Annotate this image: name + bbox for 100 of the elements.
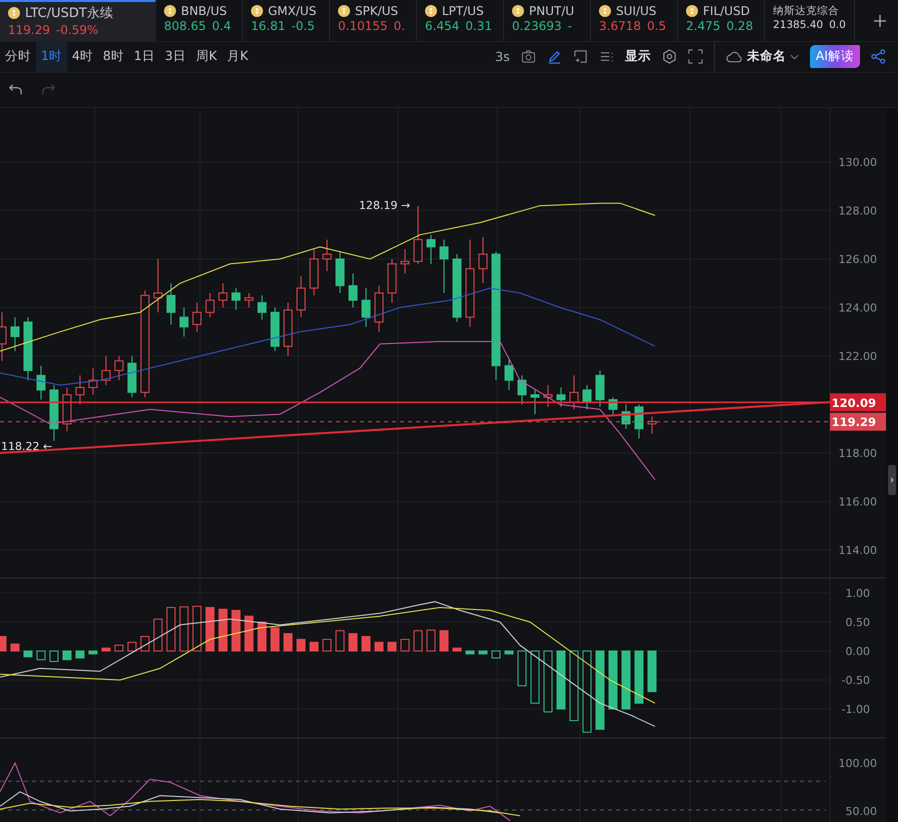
candle: [348, 273, 358, 308]
oscillator-axis-label: 100.00: [838, 757, 877, 770]
pencil-icon[interactable]: [546, 49, 562, 64]
candle: [622, 404, 630, 430]
price-tag: 119.29: [830, 412, 886, 431]
refresh-interval-button[interactable]: 3s: [495, 49, 510, 64]
candle: [440, 239, 448, 294]
macd-bar: [374, 642, 384, 652]
ticker-change: 0.5: [647, 19, 666, 33]
ticker-tab[interactable]: SPK/US 0.10155 0.: [330, 0, 417, 42]
ticker-symbol: BNB/US: [181, 4, 227, 18]
macd-bar: [180, 606, 188, 652]
candle: [556, 387, 566, 408]
macd-bar: [544, 650, 552, 712]
macd-bar: [50, 650, 58, 662]
ticker-change: -0.5: [291, 19, 315, 33]
ticker-symbol: FIL/USD: [703, 4, 750, 18]
ticker-tab[interactable]: LTC/USDT永续 119.29 -0.59%: [0, 0, 156, 42]
candle: [166, 282, 176, 325]
macd-bar: [36, 650, 46, 660]
plus-icon: [873, 14, 887, 28]
ticker-tab[interactable]: LPT/US 6.454 0.31: [417, 0, 504, 42]
ticker-change: 0.28: [726, 19, 754, 33]
chevron-down-icon: [790, 54, 799, 60]
ticker-tab[interactable]: 纳斯达克综合 21385.40 0.0: [765, 0, 855, 42]
macd-bar: [258, 622, 266, 652]
macd-bar: [400, 638, 410, 652]
candle: [388, 258, 396, 304]
candle: [192, 302, 202, 332]
fullscreen-icon[interactable]: [688, 49, 703, 64]
ticker-price: 0.23693: [512, 19, 562, 33]
cloud-icon: [726, 50, 743, 63]
interval-tab[interactable]: 周K: [190, 42, 222, 72]
macd-axis-label: -1.00: [842, 703, 870, 716]
price-axis-label: 122.00: [838, 350, 877, 363]
macd-bar: [336, 630, 344, 652]
settings-icon[interactable]: [662, 49, 677, 64]
ticker-change: 0.0: [829, 19, 846, 31]
macd-bar: [76, 650, 84, 658]
display-button[interactable]: 显示: [624, 48, 651, 66]
interval-tab[interactable]: 4时: [66, 42, 98, 72]
candle: [10, 316, 20, 352]
interval-tab[interactable]: 1日: [128, 42, 160, 72]
macd-bar: [622, 650, 630, 710]
candle: [452, 254, 462, 323]
scrollbar[interactable]: [886, 108, 898, 822]
ticker-tab[interactable]: FIL/USD 2.475 0.28: [678, 0, 765, 42]
interval-tab[interactable]: 分时: [0, 42, 36, 72]
macd-bar: [232, 610, 240, 652]
ticker-tab[interactable]: SUI/US 3.6718 0.5: [591, 0, 678, 42]
camera-icon[interactable]: [520, 49, 536, 64]
macd-bar: [114, 644, 124, 652]
candle: [36, 365, 46, 400]
interval-tab[interactable]: 月K: [222, 42, 254, 72]
candle: [478, 236, 488, 284]
macd-bar: [24, 650, 32, 658]
share-icon[interactable]: [871, 49, 886, 64]
candle: [206, 292, 214, 318]
candle: [336, 251, 344, 294]
ticker-symbol: SUI/US: [616, 4, 656, 18]
macd-bar: [270, 627, 280, 652]
ticker-price: 6.454: [425, 19, 460, 33]
ticker-symbol: 纳斯达克综合: [773, 4, 839, 18]
ticker-price: 2.475: [686, 19, 720, 33]
candle: [414, 205, 422, 264]
macd-bar: [518, 650, 526, 686]
price-axis-label: 126.00: [838, 253, 877, 266]
ticker-tab[interactable]: PNUT/U 0.23693 -: [504, 0, 591, 42]
candle: [270, 307, 280, 352]
candle: [310, 248, 318, 296]
interval-tab[interactable]: 1时: [36, 42, 67, 72]
ticker-price: 16.81: [251, 19, 286, 33]
ticker-symbol: LPT/US: [442, 4, 484, 18]
scroll-handle-icon[interactable]: [888, 465, 896, 495]
interval-tab[interactable]: 3日: [160, 42, 191, 72]
macd-bar: [348, 633, 358, 652]
macd-bar: [452, 648, 462, 652]
trend-line[interactable]: [0, 401, 830, 454]
macd-axis-label: 0.00: [846, 645, 870, 658]
candle: [504, 358, 514, 390]
ticker-tab[interactable]: GMX/US 16.81 -0.5: [243, 0, 330, 42]
candle: [62, 387, 72, 432]
ai-button[interactable]: AI解读: [810, 45, 860, 68]
ticker-symbol: LTC/USDT永续: [25, 5, 113, 22]
interval-tab[interactable]: 8时: [98, 42, 129, 72]
candle: [530, 389, 540, 415]
candle: [50, 384, 58, 442]
candle: [114, 356, 124, 381]
candle: [244, 292, 254, 308]
macd-bar: [62, 650, 72, 660]
macd-bar: [426, 630, 436, 652]
candle: [128, 356, 136, 398]
macd-axis-label: 1.00: [846, 587, 870, 600]
macd-bar: [244, 616, 254, 652]
layout-dropdown[interactable]: 未命名: [726, 48, 799, 66]
layout-name: 未命名: [746, 48, 786, 66]
ticker-symbol: SPK/US: [355, 4, 398, 18]
ticker-tab[interactable]: BNB/US 808.65 0.4: [156, 0, 243, 42]
add-frame-icon[interactable]: [572, 49, 588, 64]
macd-bar: [88, 650, 98, 654]
